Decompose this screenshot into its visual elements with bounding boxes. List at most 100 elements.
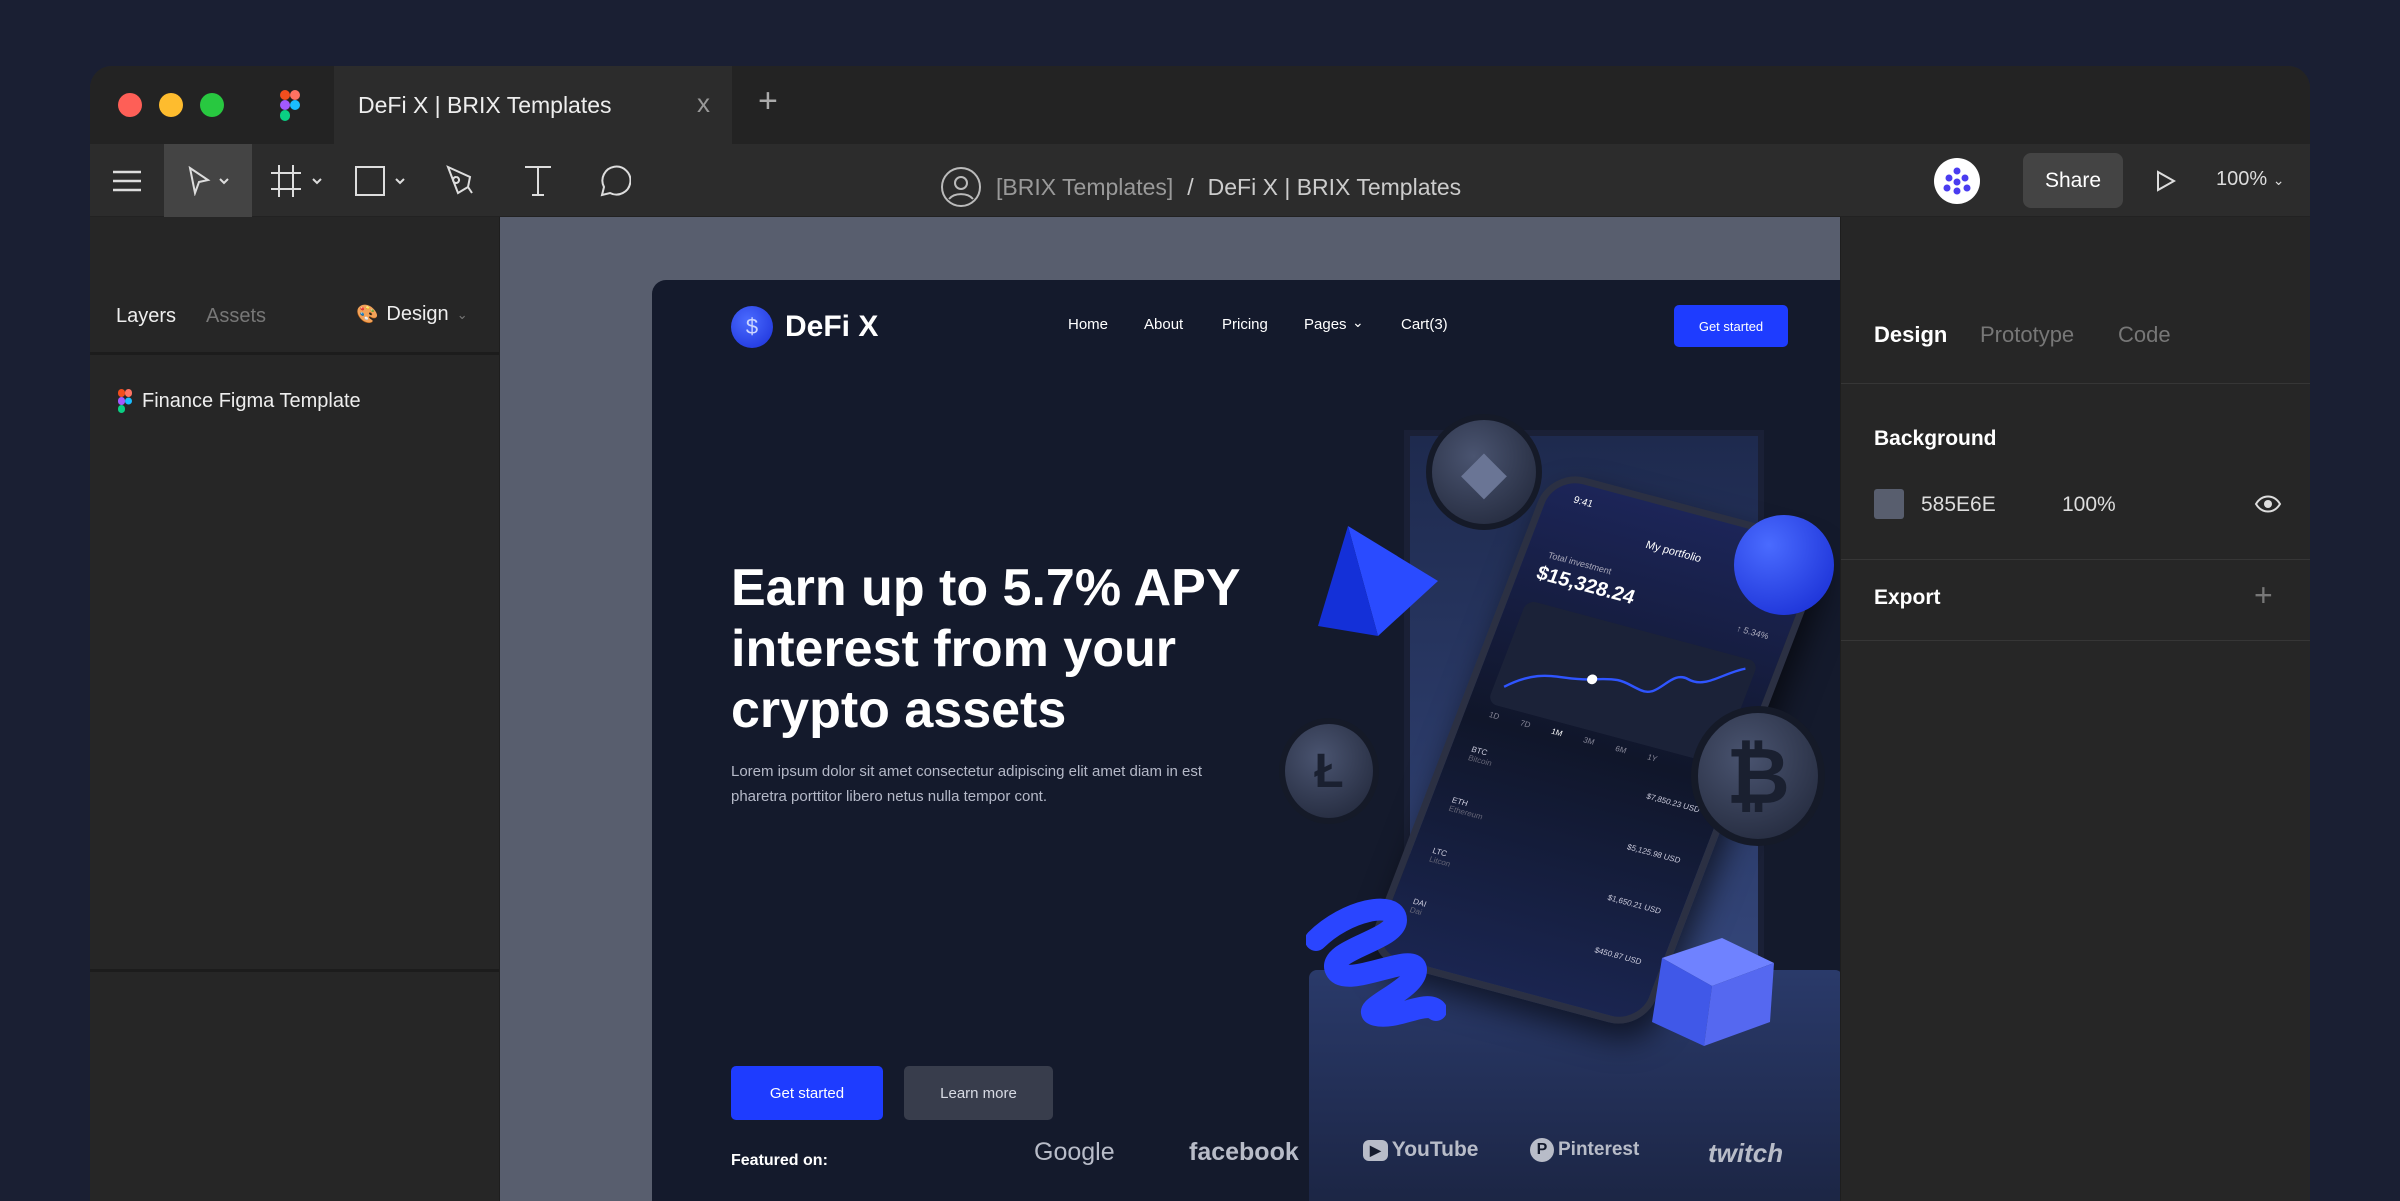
brand-name: DeFi X (785, 310, 879, 343)
phone-title: My portfolio (1643, 539, 1704, 566)
divider (1841, 559, 2310, 560)
range-3m: 3M (1581, 735, 1596, 747)
eye-visibility-icon[interactable] (2254, 494, 2282, 514)
canvas[interactable]: $ DeFi X Home About Pricing Pages ⌄ Cart… (500, 217, 1868, 1201)
bitcoin-coin-icon: ₿ (1691, 706, 1825, 846)
blue-cube (1652, 938, 1774, 1046)
twitch-logo: twitch (1708, 1138, 1784, 1168)
close-tab-icon[interactable]: x (697, 88, 710, 119)
learn-more-button[interactable]: Learn more (904, 1066, 1053, 1120)
litecoin-coin-icon: Ł (1279, 718, 1379, 824)
share-button[interactable]: Share (2023, 153, 2123, 208)
hero-paragraph: Lorem ipsum dolor sit amet consectetur a… (731, 763, 1203, 805)
background-color-swatch[interactable] (1874, 489, 1904, 519)
zoom-level: 100% (2216, 168, 2268, 190)
export-label: Export (1874, 586, 1941, 609)
page-selector[interactable]: 🎨 Design ⌄ (356, 303, 468, 326)
background-label: Background (1874, 427, 1997, 450)
tab-layers[interactable]: Layers (116, 305, 176, 328)
breadcrumb-separator: / (1187, 173, 1194, 200)
move-tool-button[interactable] (164, 144, 252, 217)
main-menu-icon[interactable] (90, 144, 164, 217)
zoom-dropdown[interactable]: 100% ⌄ (2216, 168, 2284, 191)
divider (90, 352, 499, 355)
blue-sphere (1734, 515, 1834, 615)
nav-get-started-button[interactable]: Get started (1674, 305, 1788, 347)
nav-cart[interactable]: Cart(3) (1401, 316, 1448, 333)
tab-title: DeFi X | BRIX Templates (358, 92, 612, 118)
facebook-logo: facebook (1189, 1138, 1299, 1166)
minimize-window-button[interactable] (159, 93, 183, 117)
palette-icon: 🎨 (356, 304, 379, 324)
tab-assets[interactable]: Assets (206, 305, 266, 328)
pinterest-logo: P Pinterest (1530, 1138, 1639, 1162)
tab-prototype[interactable]: Prototype (1980, 322, 2074, 348)
figma-logo-icon[interactable] (280, 90, 300, 121)
nav-home[interactable]: Home (1068, 316, 1108, 333)
page-name: Design (386, 303, 449, 325)
background-opacity-input[interactable]: 100% (2062, 493, 2116, 517)
range-1m: 1M (1549, 726, 1564, 739)
featured-label: Featured on: (731, 1152, 828, 1169)
layer-name: Finance Figma Template (142, 389, 361, 412)
divider (1841, 383, 2310, 384)
dollar-coin-icon: $ (731, 306, 773, 348)
pinterest-icon: P (1530, 1138, 1554, 1162)
nav-pages[interactable]: Pages (1304, 316, 1347, 333)
shape-tool-button[interactable] (350, 144, 414, 217)
range-6m: 6M (1613, 744, 1628, 756)
new-tab-button[interactable]: + (758, 82, 778, 121)
frame-icon (271, 164, 322, 197)
layers-panel: Layers Assets 🎨 Design ⌄ Finance Figma T… (90, 217, 500, 1201)
toolbar: [BRIX Templates] / DeFi X | BRIX Templat… (90, 144, 2310, 217)
youtube-play-icon: ▶ (1363, 1139, 1388, 1161)
chevron-down-icon: ⌄ (2272, 172, 2285, 188)
comment-tool-button[interactable] (584, 144, 644, 217)
tab-design[interactable]: Design (1874, 322, 1947, 348)
comment-icon (600, 165, 631, 196)
nav-pricing[interactable]: Pricing (1222, 316, 1268, 333)
divider (1841, 640, 2310, 641)
google-logo: Google (1034, 1138, 1115, 1166)
figma-file-icon (118, 389, 132, 413)
range-1y: 1Y (1645, 752, 1659, 764)
collaborator-avatar[interactable] (1934, 158, 1980, 204)
properties-panel: Design Prototype Code Background 585E6E … (1840, 217, 2310, 1201)
blue-spring (1306, 898, 1446, 1027)
site-logo[interactable]: $ DeFi X (731, 306, 878, 348)
tab-bar: DeFi X | BRIX Templates x + (90, 66, 2310, 144)
get-started-button[interactable]: Get started (731, 1066, 883, 1120)
hero-headline: Earn up to 5.7% APY interest from your c… (731, 559, 1240, 739)
text-icon (525, 165, 551, 196)
maximize-window-button[interactable] (200, 93, 224, 117)
file-breadcrumb: [BRIX Templates] / DeFi X | BRIX Templat… (940, 166, 1461, 208)
user-avatar-icon[interactable] (940, 166, 982, 208)
file-tab[interactable]: DeFi X | BRIX Templates x (334, 66, 732, 144)
youtube-logo: ▶ YouTube (1363, 1138, 1479, 1162)
add-export-icon[interactable]: + (2254, 577, 2273, 614)
pen-icon (446, 164, 473, 194)
present-play-icon[interactable] (2156, 170, 2176, 192)
phone-time: 9:41 (1571, 494, 1595, 511)
rectangle-icon (355, 165, 405, 196)
range-7d: 7D (1518, 718, 1532, 730)
background-hex-input[interactable]: 585E6E (1921, 493, 1996, 517)
file-name[interactable]: DeFi X | BRIX Templates (1208, 174, 1462, 201)
layer-item[interactable]: Finance Figma Template (118, 389, 361, 413)
figma-window: DeFi X | BRIX Templates x + [BRIX Templa… (90, 66, 2310, 1201)
frame-tool-button[interactable] (266, 144, 332, 217)
team-name[interactable]: [BRIX Templates] (996, 174, 1173, 201)
divider (90, 969, 499, 972)
tab-code[interactable]: Code (2118, 322, 2171, 348)
close-window-button[interactable] (118, 93, 142, 117)
blue-pyramid (1318, 526, 1438, 636)
chevron-down-icon: ⌄ (456, 306, 468, 322)
phone-change: ↑ 5.34% (1735, 623, 1771, 642)
chevron-down-icon: ⌄ (1352, 314, 1364, 330)
nav-about[interactable]: About (1144, 316, 1183, 333)
text-tool-button[interactable] (508, 144, 568, 217)
landing-page-frame[interactable]: $ DeFi X Home About Pricing Pages ⌄ Cart… (652, 280, 1868, 1201)
ethereum-coin-icon: ◆ (1426, 414, 1542, 530)
pen-tool-button[interactable] (430, 144, 490, 217)
range-1d: 1D (1487, 710, 1501, 722)
